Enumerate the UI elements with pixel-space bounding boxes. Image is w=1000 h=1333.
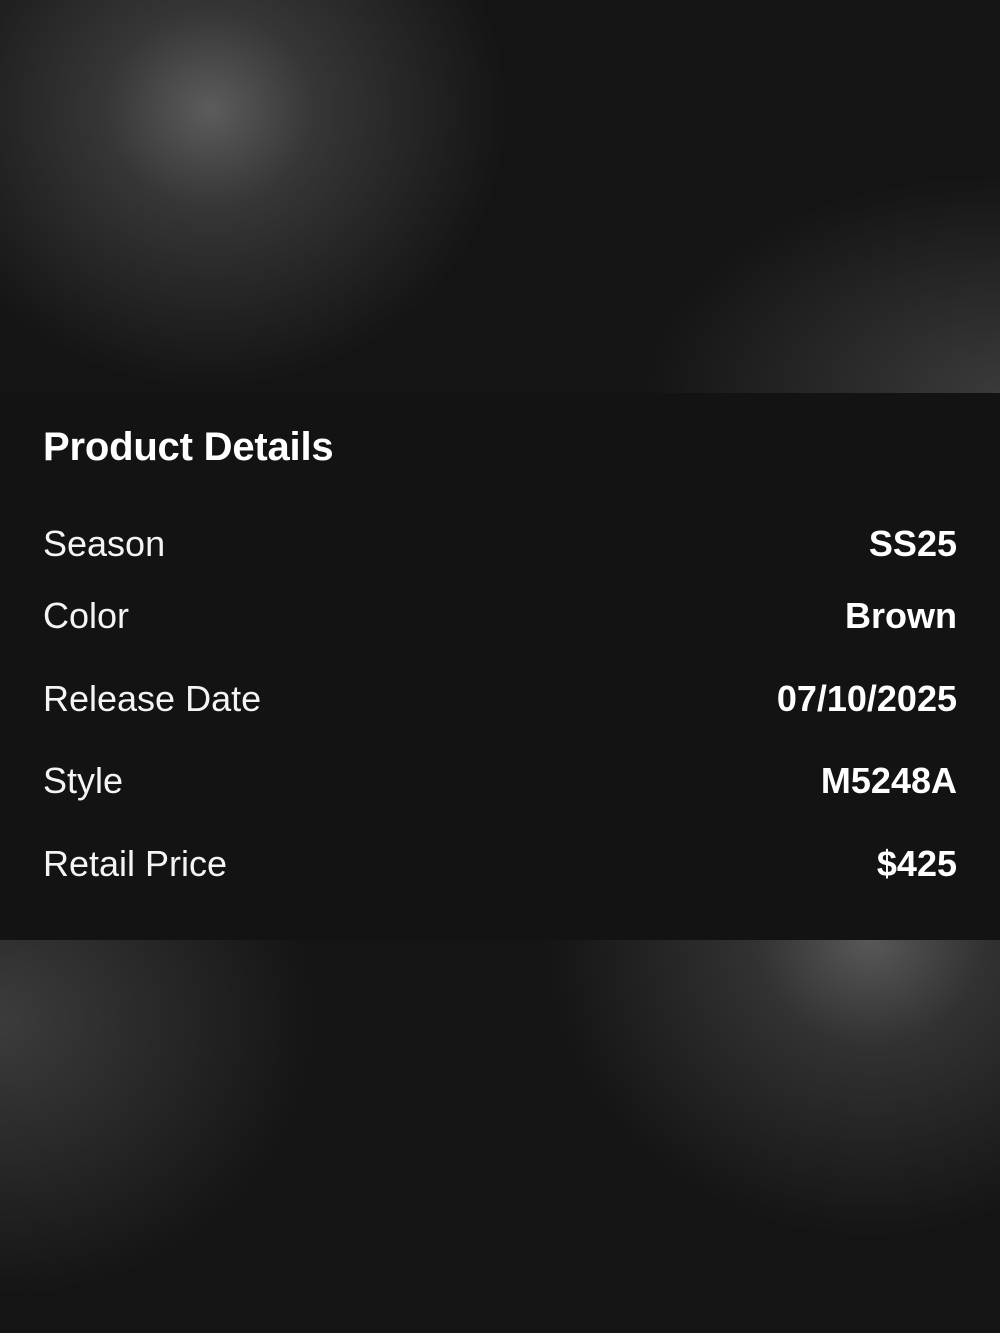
release-date-label: Release Date [43,678,262,719]
style-label: Style [43,760,124,801]
detail-row-season: Season SS25 [43,521,957,567]
retail-price-label: Retail Price [43,843,228,884]
retail-price-value: $425 [876,843,957,884]
style-value: M5248A [820,760,957,801]
blurred-product-image-top [0,0,1000,393]
color-value: Brown [845,595,957,636]
season-value: SS25 [868,523,957,564]
detail-row-color: Color Brown [43,593,957,639]
page: Product Details Season SS25 Color Brown … [0,0,1000,1333]
detail-row-release-date: Release Date 07/10/2025 [43,676,957,722]
release-date-value: 07/10/2025 [776,678,957,719]
detail-row-style: Style M5248A [43,758,957,804]
color-label: Color [43,595,130,636]
product-details-panel: Product Details Season SS25 Color Brown … [0,393,1000,940]
blurred-product-image-bottom [0,940,1000,1333]
season-label: Season [43,523,166,564]
product-details-title: Product Details [43,425,334,469]
detail-row-retail-price: Retail Price $425 [43,841,957,887]
